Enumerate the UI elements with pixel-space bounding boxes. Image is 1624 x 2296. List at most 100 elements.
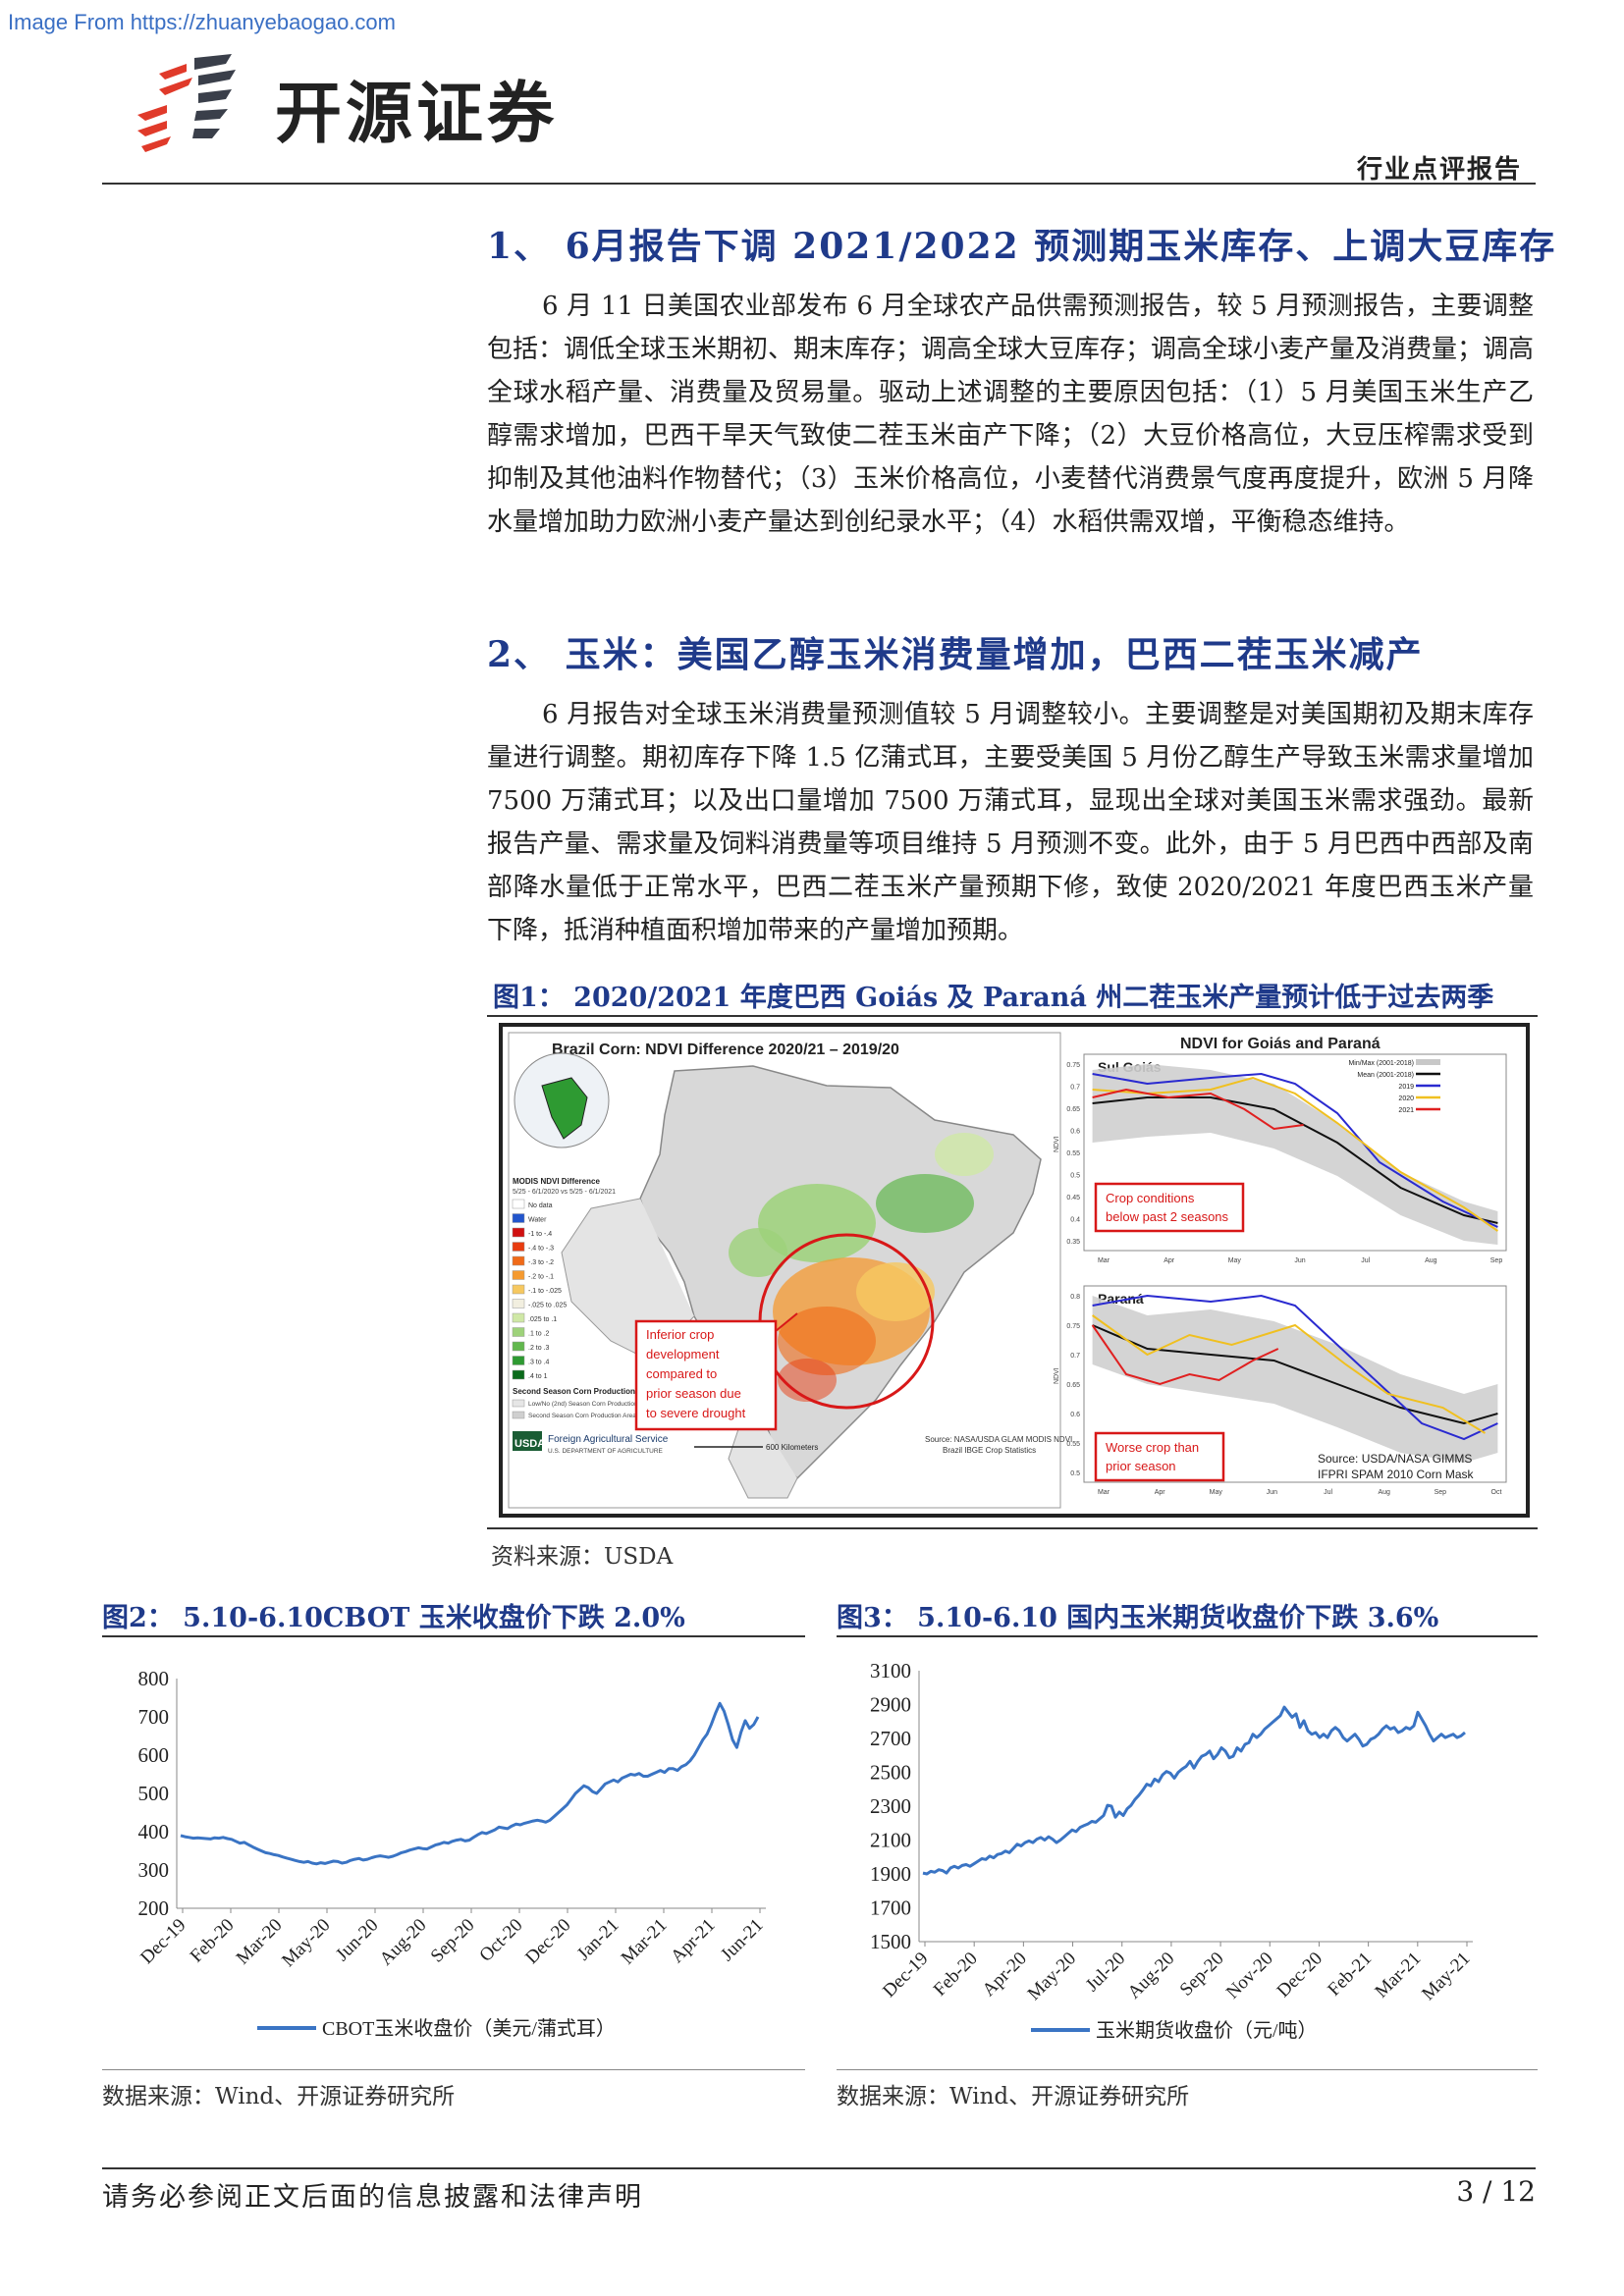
map-legend-label: -.1 to -.025 xyxy=(528,1288,562,1295)
x-tick-label: Feb-20 xyxy=(930,1949,982,2001)
svg-text:U.S. DEPARTMENT OF AGRICULTURE: U.S. DEPARTMENT OF AGRICULTURE xyxy=(548,1448,664,1455)
legend-label: 玉米期货收盘价（元/吨） xyxy=(1096,2019,1318,2042)
section1-title: 1、 6月报告下调 2021/2022 预测期玉米库存、上调大豆库存 xyxy=(487,226,1557,267)
svg-text:below past 2 seasons: below past 2 seasons xyxy=(1106,1209,1229,1224)
ndvi-title: NDVI for Goiás and Paraná xyxy=(1180,1036,1380,1052)
svg-text:development: development xyxy=(646,1347,720,1362)
ndvi-month: Sep xyxy=(1490,1257,1503,1264)
x-tick-label: Mar-21 xyxy=(1371,1949,1425,2002)
ndvi-month: May xyxy=(1228,1257,1242,1264)
ndvi-month: Sep xyxy=(1435,1489,1447,1496)
figure1-title: 图1： 2020/2021 年度巴西 Goiás 及 Paraná 州二茬玉米产… xyxy=(493,983,1494,1013)
x-tick-label: Dec-19 xyxy=(136,1915,189,1968)
svg-text:5/25 - 6/1/2020 vs 5/25 - 6/1/: 5/25 - 6/1/2020 vs 5/25 - 6/1/2021 xyxy=(513,1189,616,1196)
legend-label: CBOT玉米收盘价（美元/蒲式耳） xyxy=(322,2017,616,2040)
ndvi-month: Mar xyxy=(1098,1257,1110,1264)
x-tick-label: May-21 xyxy=(1418,1949,1474,2004)
ndvi-source-2: IFPRI SPAM 2010 Corn Mask xyxy=(1318,1468,1474,1481)
ndvi-month: Jun xyxy=(1294,1257,1305,1264)
svg-text:Source: NASA/USDA GLAM MODIS N: Source: NASA/USDA GLAM MODIS NDVI xyxy=(925,1435,1072,1444)
brand-name: 开源证券 xyxy=(275,76,559,153)
map-legend-label: -.3 to -.2 xyxy=(528,1259,554,1266)
ndvi-ytick: 0.75 xyxy=(1066,1062,1080,1069)
ndvi-ytick: 0.45 xyxy=(1066,1195,1080,1201)
map-legend-swatch xyxy=(512,1255,525,1266)
ndvi-legend-label: Mean (2001-2018) xyxy=(1357,1072,1414,1079)
x-tick-label: Jun-21 xyxy=(717,1915,767,1965)
figure2-source: 数据来源：Wind、开源证券研究所 xyxy=(102,2084,456,2109)
figure3-title-rule xyxy=(837,1635,1538,1637)
x-tick-label: May-20 xyxy=(278,1915,334,1971)
ndvi-ytick: 0.35 xyxy=(1066,1239,1080,1246)
price-line xyxy=(180,1701,760,1866)
map-legend-swatch xyxy=(512,1270,525,1280)
ndvi-ytick: 0.65 xyxy=(1066,1382,1080,1389)
ndvi-ytick: 0.55 xyxy=(1066,1441,1080,1448)
x-tick-label: Aug-20 xyxy=(1124,1949,1179,2003)
ndvi-month: Jul xyxy=(1361,1257,1370,1264)
ndvi-ytick: 0.7 xyxy=(1070,1353,1080,1360)
y-tick-label: 600 xyxy=(138,1743,170,1767)
page-number: 3 / 12 xyxy=(1456,2175,1536,2208)
ndvi-axis-label: NDVI xyxy=(1054,1136,1060,1152)
domestic-corn-futures-chart: 310029002700250023002100190017001500Dec-… xyxy=(870,1659,1475,2042)
report-type: 行业点评报告 xyxy=(1356,155,1522,185)
ndvi-month: Aug xyxy=(1378,1489,1390,1496)
map-legend-label: No data xyxy=(528,1202,553,1209)
figure2-title: 图2： 5.10-6.10CBOT 玉米收盘价下跌 2.0% xyxy=(102,1603,685,1633)
map-legend-swatch xyxy=(512,1213,525,1223)
logo-mark-icon xyxy=(137,54,236,152)
ndvi-ytick: 0.4 xyxy=(1070,1217,1080,1224)
map-legend-swatch xyxy=(512,1242,525,1252)
x-tick-label: Dec-20 xyxy=(521,1915,574,1968)
svg-text:Second Season Corn Production: Second Season Corn Production xyxy=(513,1387,635,1396)
y-tick-label: 2500 xyxy=(870,1761,911,1785)
footer-disclaimer: 请务必参阅正文后面的信息披露和法律声明 xyxy=(102,2182,643,2213)
map-legend-label: -1 to -.4 xyxy=(528,1231,552,1238)
ndvi-source-1: Source: USDA/NASA GIMMS xyxy=(1318,1452,1472,1466)
ndvi-month: Aug xyxy=(1425,1257,1437,1264)
y-tick-label: 700 xyxy=(138,1705,170,1729)
y-tick-label: 500 xyxy=(138,1782,170,1805)
x-tick-label: Feb-20 xyxy=(187,1915,239,1967)
y-tick-label: 2100 xyxy=(870,1829,911,1852)
map-legend-swatch xyxy=(512,1327,525,1337)
x-tick-label: Apr-20 xyxy=(979,1949,1031,2001)
ndvi-legend-label: 2019 xyxy=(1398,1084,1414,1091)
y-tick-label: 1900 xyxy=(870,1862,911,1886)
ndvi-ytick: 0.75 xyxy=(1066,1323,1080,1330)
ndvi-ytick: 0.55 xyxy=(1066,1150,1080,1157)
figure2-bottom-rule xyxy=(102,2069,805,2070)
map-legend-swatch xyxy=(512,1341,525,1352)
x-tick-label: Jul-20 xyxy=(1082,1949,1129,1996)
map-legend-swatch xyxy=(512,1369,525,1380)
map-legend-label: .1 to .2 xyxy=(528,1331,550,1338)
ndvi-axis-label: NDVI xyxy=(1054,1367,1060,1384)
y-tick-label: 400 xyxy=(138,1820,170,1843)
ndvi-ytick: 0.8 xyxy=(1070,1294,1080,1301)
x-tick-label: Mar-21 xyxy=(618,1915,672,1969)
ndvi-month: Jul xyxy=(1324,1489,1332,1496)
figure1-title-rule xyxy=(487,1015,1538,1017)
section2-paragraph: 6 月报告对全球玉米消费量预测值较 5 月调整较小。主要调整是对美国期初及期末库… xyxy=(487,700,1534,945)
map-legend-label: -.2 to -.1 xyxy=(528,1274,554,1281)
svg-text:prior season due: prior season due xyxy=(646,1386,741,1401)
ndvi-ytick: 0.65 xyxy=(1066,1106,1080,1113)
map-title: Brazil Corn: NDVI Difference 2020/21 – 2… xyxy=(552,1041,899,1058)
ndvi-month: Apr xyxy=(1155,1489,1166,1496)
ndvi-month: Mar xyxy=(1098,1489,1110,1496)
map-legend-label: Water xyxy=(528,1217,547,1224)
map-legend-label: -.4 to -.3 xyxy=(528,1246,554,1253)
map-legend-label: .3 to .4 xyxy=(528,1360,550,1366)
ndvi-ytick: 0.6 xyxy=(1070,1129,1080,1136)
source-banner[interactable]: Image From https://zhuanyebaogao.com xyxy=(8,10,396,35)
map-legend-swatch xyxy=(512,1227,525,1238)
ndvi-legend-label: 2020 xyxy=(1398,1095,1414,1102)
x-tick-label: Apr-21 xyxy=(667,1915,719,1967)
y-tick-label: 2900 xyxy=(870,1693,911,1717)
x-tick-label: Oct-20 xyxy=(475,1915,526,1966)
header-divider xyxy=(102,183,1536,185)
callout-goias: Crop conditions below past 2 seasons xyxy=(1094,1182,1245,1233)
ndvi-ytick: 0.6 xyxy=(1070,1412,1080,1418)
svg-text:Foreign Agricultural Service: Foreign Agricultural Service xyxy=(548,1434,669,1445)
